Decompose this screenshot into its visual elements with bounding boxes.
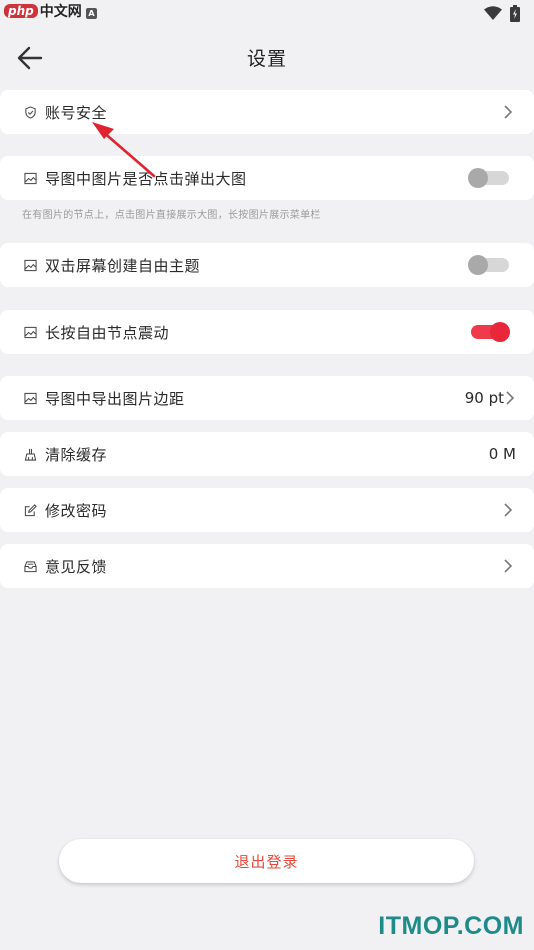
php-watermark-logo: php 中文网	[0, 0, 86, 22]
chevron-right-icon	[504, 559, 513, 573]
php-logo-text: php	[4, 4, 38, 18]
long-press-label: 长按自由节点震动	[45, 323, 170, 342]
double-tap-card: 双击屏幕创建自由主题	[0, 243, 534, 287]
image-icon	[24, 326, 37, 338]
status-bar: php 中文网 A	[0, 0, 534, 26]
double-tap-label: 双击屏幕创建自由主题	[45, 256, 201, 275]
double-tap-row: 双击屏幕创建自由主题	[0, 243, 534, 287]
clear-cache-row[interactable]: 清除缓存 0 M	[0, 432, 534, 476]
export-margin-row[interactable]: 导图中导出图片边距 90 pt	[0, 376, 534, 420]
toggle-knob	[490, 322, 510, 342]
image-icon	[24, 392, 37, 404]
feedback-card: 意见反馈	[0, 544, 534, 588]
inbox-icon	[24, 560, 37, 572]
feedback-row[interactable]: 意见反馈	[0, 544, 534, 588]
image-icon	[24, 259, 37, 271]
chevron-right-icon	[504, 503, 513, 517]
popup-image-description: 在有图片的节点上，点击图片直接展示大图，长按图片展示菜单栏	[22, 210, 321, 221]
account-security-card: 账号安全	[0, 90, 534, 134]
popup-image-card: 导图中图片是否点击弹出大图	[0, 156, 534, 200]
export-margin-label: 导图中导出图片边距	[45, 389, 185, 408]
php-logo-cn: 中文网	[39, 4, 82, 20]
notification-a-icon: A	[86, 8, 97, 19]
logout-button[interactable]: 退出登录	[59, 839, 474, 883]
edit-icon	[24, 503, 37, 516]
change-password-card: 修改密码	[0, 488, 534, 532]
clear-cache-label: 清除缓存	[45, 445, 108, 464]
popup-image-row: 导图中图片是否点击弹出大图	[0, 156, 534, 200]
change-password-row[interactable]: 修改密码	[0, 488, 534, 532]
image-icon	[24, 172, 37, 184]
long-press-row: 长按自由节点震动	[0, 310, 534, 354]
chevron-right-icon	[506, 391, 515, 405]
double-tap-toggle[interactable]	[468, 255, 510, 275]
chevron-right-icon	[504, 105, 513, 119]
wifi-icon	[484, 6, 502, 20]
account-security-row[interactable]: 账号安全	[0, 90, 534, 134]
battery-charging-icon	[510, 5, 520, 22]
change-password-label: 修改密码	[45, 501, 108, 520]
popup-image-toggle[interactable]	[468, 168, 510, 188]
long-press-toggle[interactable]	[468, 322, 510, 342]
long-press-card: 长按自由节点震动	[0, 310, 534, 354]
title-bar: 设置	[0, 26, 534, 88]
shield-check-icon	[25, 105, 36, 119]
page-title: 设置	[246, 48, 287, 70]
export-margin-value: 90 pt	[464, 389, 504, 407]
feedback-label: 意见反馈	[45, 557, 108, 576]
broom-icon	[24, 448, 37, 461]
clear-cache-value: 0 M	[488, 445, 516, 463]
popup-image-label: 导图中图片是否点击弹出大图	[45, 169, 247, 188]
account-security-label: 账号安全	[45, 103, 108, 122]
site-watermark: ITMOP.COM	[378, 912, 524, 940]
clear-cache-card: 清除缓存 0 M	[0, 432, 534, 476]
toggle-knob	[468, 168, 488, 188]
toggle-knob	[468, 255, 488, 275]
export-margin-card: 导图中导出图片边距 90 pt	[0, 376, 534, 420]
